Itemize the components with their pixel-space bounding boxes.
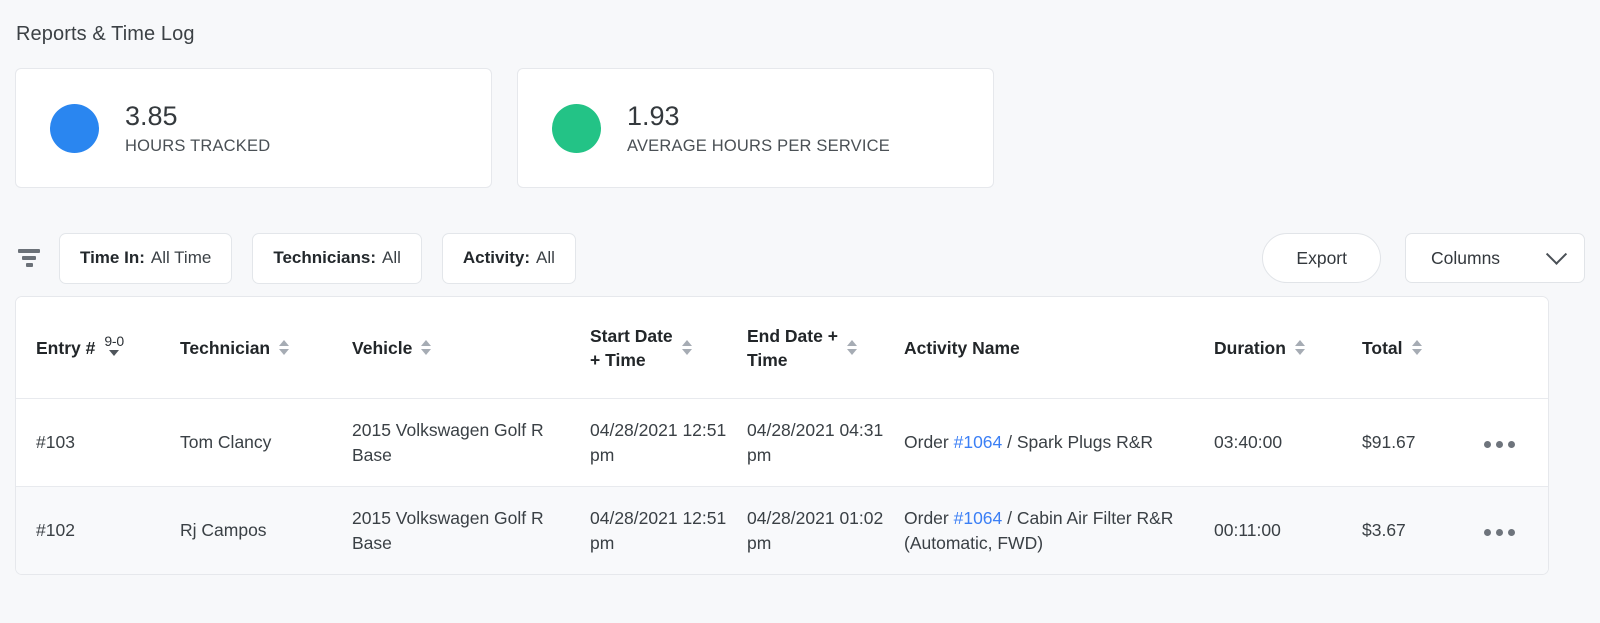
cell-technician: Rj Campos	[160, 487, 332, 575]
cell-vehicle: 2015 Volkswagen Golf R Base	[332, 487, 570, 575]
sort-toggle-icon[interactable]	[1295, 340, 1305, 355]
filter-chip-time-in[interactable]: Time In: All Time	[59, 233, 232, 284]
column-header-label: Start Date + Time	[590, 324, 673, 372]
activity-prefix: Order	[904, 432, 954, 452]
table-row[interactable]: #103 Tom Clancy 2015 Volkswagen Golf R B…	[16, 399, 1548, 487]
kpi-text-group: 1.93 AVERAGE HOURS PER SERVICE	[627, 101, 890, 156]
kpi-value: 3.85	[125, 101, 270, 131]
filter-chip-activity[interactable]: Activity: All	[442, 233, 576, 284]
filter-chip-label: Activity:	[463, 248, 530, 268]
cell-vehicle: 2015 Volkswagen Golf R Base	[332, 399, 570, 487]
column-header-actions	[1464, 297, 1548, 399]
column-header-vehicle[interactable]: Vehicle	[332, 297, 570, 399]
chevron-down-icon	[1546, 243, 1567, 264]
column-header-end-date-time[interactable]: End Date + Time	[727, 297, 884, 399]
column-header-label: Vehicle	[352, 336, 412, 360]
column-header-label: End Date + Time	[747, 324, 838, 372]
columns-button-label: Columns	[1431, 248, 1500, 269]
filter-chip-label: Technicians:	[273, 248, 376, 268]
row-actions-menu-icon[interactable]	[1484, 441, 1515, 448]
table-row[interactable]: #102 Rj Campos 2015 Volkswagen Golf R Ba…	[16, 487, 1548, 575]
column-header-label: Technician	[180, 336, 270, 360]
page-title: Reports & Time Log	[15, 0, 1585, 46]
sort-toggle-icon[interactable]	[279, 340, 289, 355]
cell-technician: Tom Clancy	[160, 399, 332, 487]
column-header-duration[interactable]: Duration	[1194, 297, 1342, 399]
order-link[interactable]: #1064	[954, 508, 1003, 528]
table-body: #103 Tom Clancy 2015 Volkswagen Golf R B…	[16, 399, 1548, 575]
sort-toggle-icon[interactable]	[421, 340, 431, 355]
column-header-entry-number[interactable]: Entry # 9-0	[16, 297, 160, 399]
column-header-technician[interactable]: Technician	[160, 297, 332, 399]
kpi-text-group: 3.85 HOURS TRACKED	[125, 101, 270, 156]
cell-end-date-time: 04/28/2021 01:02 pm	[727, 487, 884, 575]
activity-prefix: Order	[904, 508, 954, 528]
filter-funnel-icon[interactable]	[16, 248, 42, 268]
column-header-activity-name[interactable]: Activity Name	[884, 297, 1194, 399]
reports-time-log-page: Reports & Time Log 3.85 HOURS TRACKED 1.…	[0, 0, 1600, 623]
kpi-label: AVERAGE HOURS PER SERVICE	[627, 137, 890, 156]
cell-activity-name: Order #1064 / Cabin Air Filter R&R (Auto…	[884, 487, 1194, 575]
kpi-card-average-hours-per-service: 1.93 AVERAGE HOURS PER SERVICE	[517, 68, 994, 188]
kpi-value: 1.93	[627, 101, 890, 131]
table-header-row: Entry # 9-0 Technician	[16, 297, 1548, 399]
sort-toggle-icon[interactable]	[1412, 340, 1422, 355]
column-header-label: Activity Name	[904, 336, 1020, 360]
row-actions-menu-icon[interactable]	[1484, 529, 1515, 536]
average-hours-indicator	[552, 104, 601, 153]
cell-entry-number: #103	[16, 399, 160, 487]
kpi-label: HOURS TRACKED	[125, 137, 270, 156]
column-header-label: Total	[1362, 336, 1403, 360]
filter-chip-value: All	[536, 248, 555, 268]
cell-end-date-time: 04/28/2021 04:31 pm	[727, 399, 884, 487]
cell-duration: 03:40:00	[1194, 399, 1342, 487]
filter-toolbar: Time In: All Time Technicians: All Activ…	[15, 232, 1585, 284]
sort-numeric-desc-icon[interactable]: 9-0	[104, 334, 124, 356]
filter-chip-technicians[interactable]: Technicians: All	[252, 233, 422, 284]
toolbar-actions: Export Columns	[1262, 233, 1585, 283]
columns-button[interactable]: Columns	[1405, 233, 1585, 283]
activity-suffix: / Spark Plugs R&R	[1002, 432, 1153, 452]
cell-entry-number: #102	[16, 487, 160, 575]
kpi-card-hours-tracked: 3.85 HOURS TRACKED	[15, 68, 492, 188]
column-header-start-date-time[interactable]: Start Date + Time	[570, 297, 727, 399]
filter-chip-label: Time In:	[80, 248, 145, 268]
filter-chip-value: All Time	[151, 248, 211, 268]
column-header-label: Entry #	[36, 336, 95, 360]
hours-tracked-indicator	[50, 104, 99, 153]
sort-order-glyph: 9-0	[104, 334, 124, 348]
column-header-total[interactable]: Total	[1342, 297, 1464, 399]
column-header-label: Duration	[1214, 336, 1286, 360]
table-header: Entry # 9-0 Technician	[16, 297, 1548, 399]
time-log-table: Entry # 9-0 Technician	[16, 297, 1548, 574]
cell-duration: 00:11:00	[1194, 487, 1342, 575]
cell-start-date-time: 04/28/2021 12:51 pm	[570, 487, 727, 575]
cell-actions	[1464, 487, 1548, 575]
cell-activity-name: Order #1064 / Spark Plugs R&R	[884, 399, 1194, 487]
kpi-card-row: 3.85 HOURS TRACKED 1.93 AVERAGE HOURS PE…	[15, 68, 1585, 188]
cell-total: $91.67	[1342, 399, 1464, 487]
export-button[interactable]: Export	[1262, 233, 1381, 283]
sort-toggle-icon[interactable]	[682, 340, 692, 355]
cell-actions	[1464, 399, 1548, 487]
time-log-table-card: Entry # 9-0 Technician	[15, 296, 1549, 575]
sort-toggle-icon[interactable]	[847, 340, 857, 355]
cell-total: $3.67	[1342, 487, 1464, 575]
filter-chip-value: All	[382, 248, 401, 268]
cell-start-date-time: 04/28/2021 12:51 pm	[570, 399, 727, 487]
order-link[interactable]: #1064	[954, 432, 1003, 452]
